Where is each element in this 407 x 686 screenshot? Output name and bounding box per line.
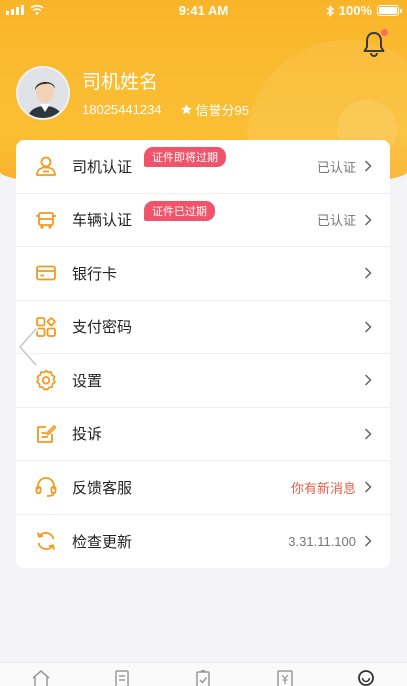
- avatar[interactable]: [16, 66, 70, 120]
- menu-item-vehicle-auth[interactable]: 车辆认证 证件已过期 已认证: [16, 194, 390, 247]
- bottom-tab-bar: [0, 662, 407, 686]
- new-message-notice: 你有新消息: [290, 480, 356, 496]
- menu-item-driver-auth[interactable]: 司机认证 证件即将过期 已认证: [16, 140, 390, 194]
- expiry-warning-badge: 证件即将过期: [144, 147, 226, 167]
- menu-label: 投诉: [72, 426, 103, 444]
- menu-card: 司机认证 证件即将过期 已认证 车辆认证 证件已过期 已认证 银行卡 支付密码 …: [16, 140, 390, 568]
- menu-label: 银行卡: [72, 265, 118, 283]
- menu-label: 司机认证: [72, 158, 133, 176]
- chevron-right-icon: [364, 428, 372, 440]
- battery-percent: 100%: [338, 3, 372, 18]
- menu-item-check-update[interactable]: 检查更新 3.31.11.100: [16, 515, 390, 569]
- expired-badge: 证件已过期: [144, 200, 215, 221]
- chevron-right-icon: [364, 160, 372, 172]
- notification-bell-icon[interactable]: [361, 28, 389, 58]
- gear-icon: [36, 369, 56, 391]
- driver-icon: [36, 156, 56, 177]
- battery-icon: [377, 5, 402, 16]
- menu-item-bank-card[interactable]: 银行卡: [16, 247, 390, 301]
- headset-icon: [35, 477, 57, 498]
- menu-item-payment-password[interactable]: 支付密码: [16, 301, 390, 354]
- orders-icon[interactable]: [112, 669, 132, 686]
- notification-dot: [380, 28, 389, 37]
- menu-label: 反馈客服: [72, 479, 133, 497]
- wallet-icon[interactable]: [275, 669, 295, 686]
- star-icon: [180, 104, 192, 115]
- vehicle-icon: [36, 211, 56, 229]
- menu-item-customer-service[interactable]: 反馈客服 你有新消息: [16, 461, 390, 515]
- complaint-icon: [37, 424, 57, 443]
- menu-label: 支付密码: [72, 319, 133, 337]
- credit-score: 信誉分95: [195, 103, 249, 118]
- menu-label: 设置: [72, 372, 103, 390]
- auth-status: 已认证: [316, 213, 356, 229]
- chevron-right-icon: [364, 214, 372, 226]
- phone-number: 18025441234: [82, 102, 162, 117]
- menu-label: 检查更新: [72, 533, 133, 551]
- profile-header[interactable]: 司机姓名 18025441234 信誉分95: [16, 66, 249, 120]
- menu-item-complaint[interactable]: 投诉: [16, 408, 390, 461]
- driver-name: 司机姓名: [82, 72, 159, 93]
- chevron-right-icon: [364, 481, 372, 493]
- app-version: 3.31.11.100: [288, 533, 356, 549]
- tasks-icon[interactable]: [193, 669, 213, 686]
- profile-icon[interactable]: [356, 669, 376, 686]
- bluetooth-icon: [326, 4, 334, 17]
- chevron-right-icon: [364, 267, 372, 279]
- home-icon[interactable]: [31, 669, 51, 686]
- chevron-right-icon: [364, 374, 372, 386]
- chevron-left-icon[interactable]: [14, 326, 42, 368]
- status-bar: 9:41 AM 100%: [0, 0, 407, 22]
- chevron-right-icon: [364, 321, 372, 333]
- bank-card-icon: [36, 265, 56, 281]
- refresh-icon: [37, 532, 55, 551]
- menu-label: 车辆认证: [72, 212, 133, 230]
- chevron-right-icon: [364, 535, 372, 547]
- menu-item-settings[interactable]: 设置: [16, 354, 390, 408]
- auth-status: 已认证: [316, 159, 356, 175]
